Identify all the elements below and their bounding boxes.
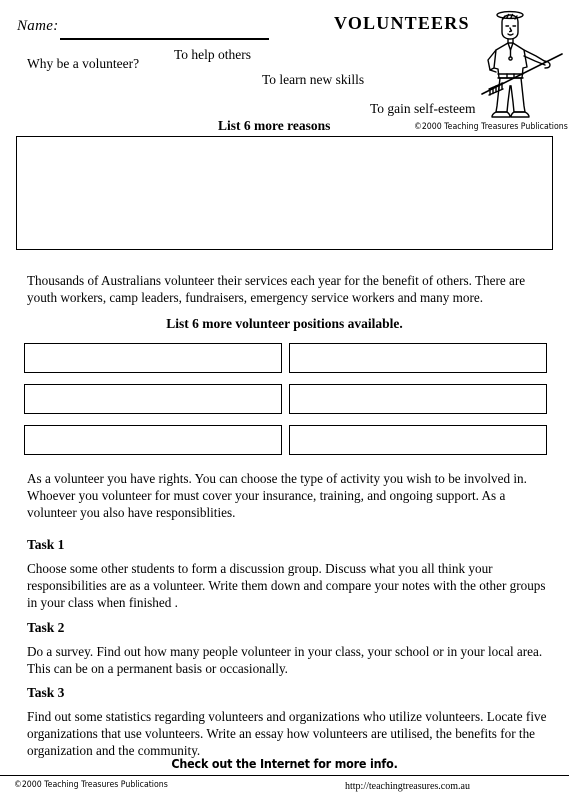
copyright-notice-footer: ©2000 Teaching Treasures Publications: [14, 780, 168, 790]
position-answer-box[interactable]: [289, 384, 547, 414]
name-field-line[interactable]: [60, 38, 269, 40]
copyright-notice-top: ©2000 Teaching Treasures Publications: [414, 122, 568, 132]
list-six-reasons-instruction: List 6 more reasons: [218, 118, 331, 133]
task-2-heading: Task 2: [27, 620, 65, 635]
task-1-heading: Task 1: [27, 537, 65, 552]
list-six-positions-instruction: List 6 more volunteer positions availabl…: [166, 316, 403, 331]
task-3-heading: Task 3: [27, 685, 65, 700]
worksheet-page: Name: VOLUNTEERS Why be a volunteer? To …: [0, 0, 569, 800]
reasons-answer-box[interactable]: [16, 136, 553, 250]
position-answer-box[interactable]: [24, 343, 282, 373]
position-answer-box[interactable]: [289, 425, 547, 455]
positions-answer-grid: [24, 343, 547, 455]
position-answer-box[interactable]: [24, 425, 282, 455]
position-answer-box[interactable]: [289, 343, 547, 373]
task-1-body: Choose some other students to form a dis…: [27, 561, 546, 610]
footer-divider: [0, 775, 569, 776]
rights-paragraph: As a volunteer you have rights. You can …: [27, 471, 527, 520]
intro-paragraph: Thousands of Australians volunteer their…: [27, 273, 526, 305]
name-field-label: Name:: [17, 18, 59, 34]
reason-question: Why be a volunteer?: [27, 56, 140, 71]
page-title: VOLUNTEERS: [334, 13, 470, 33]
reason-given-3: To gain self-esteem: [370, 101, 476, 116]
website-url[interactable]: http://teachingtreasures.com.au: [345, 781, 470, 792]
task-2-body: Do a survey. Find out how many people vo…: [27, 644, 543, 676]
volunteer-figure-icon: [481, 10, 563, 118]
reason-given-1: To help others: [174, 47, 252, 62]
reason-given-2: To learn new skills: [262, 72, 365, 87]
task-3-body: Find out some statistics regarding volun…: [27, 709, 547, 758]
check-internet-note: Check out the Internet for more info.: [171, 757, 398, 771]
position-answer-box[interactable]: [24, 384, 282, 414]
